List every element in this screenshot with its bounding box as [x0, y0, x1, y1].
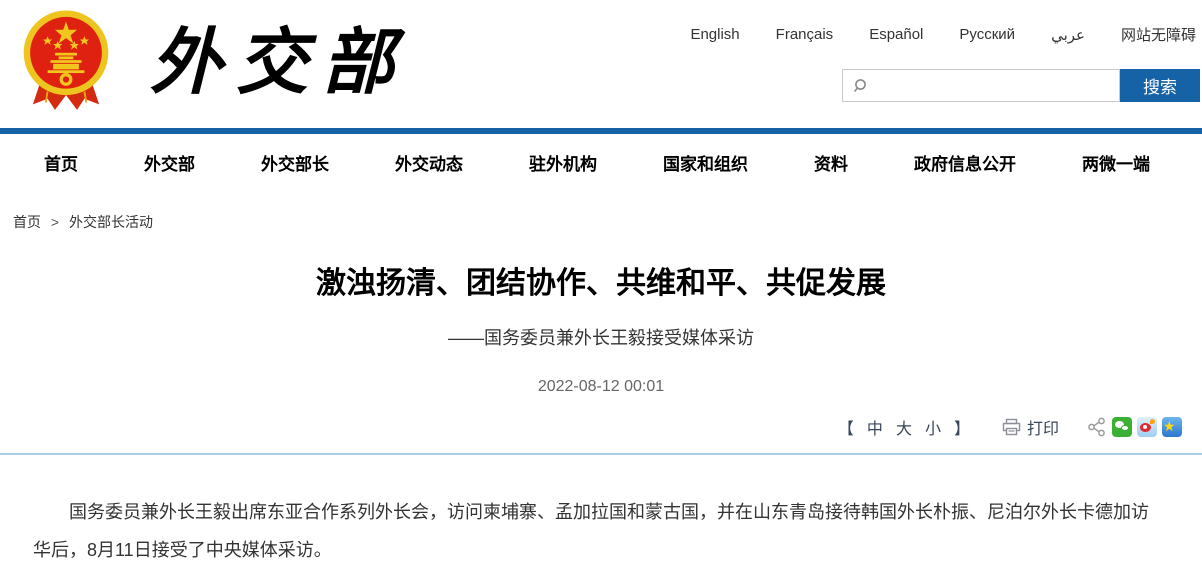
font-size-medium-button[interactable]: 中 — [867, 415, 883, 439]
lang-link-russian[interactable]: Русский — [959, 26, 1015, 43]
weibo-icon[interactable] — [1137, 417, 1157, 437]
lang-link-arabic[interactable]: عربي — [1051, 26, 1085, 44]
lang-link-francais[interactable]: Français — [776, 26, 834, 43]
print-button[interactable]: 打印 — [1002, 415, 1059, 439]
article-date: 2022-08-12 00:01 — [537, 378, 665, 395]
font-size-small-button[interactable]: 小 — [925, 415, 941, 439]
lang-link-english[interactable]: English — [690, 26, 739, 43]
header-right: English Français Español Русский عربي 网站… — [680, 24, 1200, 102]
language-links: English Français Español Русский عربي 网站… — [680, 24, 1200, 45]
accessibility-link[interactable]: 网站无障碍 — [1121, 24, 1196, 45]
article-toolbar: 【 中 大 小 】 打印 ★ — [0, 414, 1202, 440]
nav-item-ministry[interactable]: 外交部 — [144, 150, 195, 175]
search-row: 搜索 — [680, 69, 1200, 102]
bracket-close: 】 — [953, 421, 970, 438]
search-button[interactable]: 搜索 — [1120, 69, 1200, 102]
nav-item-weibo-wechat[interactable]: 两微一端 — [1082, 150, 1150, 175]
search-icon — [853, 78, 866, 92]
font-size-large-button[interactable]: 大 — [896, 415, 912, 439]
national-emblem-logo — [23, 10, 109, 110]
breadcrumb-home[interactable]: 首页 — [13, 214, 41, 230]
nav-item-diplomatic-news[interactable]: 外交动态 — [395, 150, 463, 175]
wechat-icon[interactable] — [1112, 417, 1132, 437]
nav-item-countries-orgs[interactable]: 国家和组织 — [663, 150, 748, 175]
bracket-open: 【 — [837, 421, 854, 438]
breadcrumb-current[interactable]: 外交部长活动 — [69, 214, 153, 230]
article-body: 国务委员兼外长王毅出席东亚合作系列外长会，访问柬埔寨、孟加拉国和蒙古国，并在山东… — [0, 455, 1202, 569]
weibo-flame — [1150, 419, 1155, 424]
printer-icon — [1002, 418, 1021, 436]
nav-item-gov-info[interactable]: 政府信息公开 — [914, 150, 1016, 175]
font-size-controls: 【 中 大 小 】 — [838, 415, 970, 439]
nav-item-resources[interactable]: 资料 — [814, 150, 848, 175]
weibo-pupil — [1143, 425, 1147, 429]
nav-item-home[interactable]: 首页 — [44, 150, 78, 175]
site-title-calligraphy: 外交部 — [150, 19, 409, 104]
article-subtitle: ——国务委员兼外长王毅接受媒体采访 — [448, 328, 754, 348]
wechat-bubble-small — [1121, 425, 1129, 431]
article-paragraph: 国务委员兼外长王毅出席东亚合作系列外长会，访问柬埔寨、孟加拉国和蒙古国，并在山东… — [33, 502, 1149, 560]
article-title: 激浊扬清、团结协作、共维和平、共促发展 — [316, 267, 886, 300]
qzone-star: ★ — [1163, 418, 1176, 434]
breadcrumb: 首页 > 外交部长活动 — [13, 212, 1202, 232]
search-box — [842, 69, 1120, 102]
nav-item-missions-abroad[interactable]: 驻外机构 — [529, 150, 597, 175]
search-input[interactable] — [868, 70, 1119, 101]
lang-link-espanol[interactable]: Español — [869, 26, 923, 43]
share-icons: ★ — [1087, 417, 1182, 437]
article-head: 激浊扬清、团结协作、共维和平、共促发展 ——国务委员兼外长王毅接受媒体采访 20… — [0, 262, 1202, 396]
share-icon[interactable] — [1087, 417, 1107, 437]
nav-item-foreign-minister[interactable]: 外交部长 — [261, 150, 329, 175]
logo-group[interactable]: 外交部 — [20, 6, 408, 118]
breadcrumb-separator: > — [50, 214, 60, 230]
print-label: 打印 — [1026, 421, 1059, 438]
main-nav: 首页 外交部 外交部长 外交动态 驻外机构 国家和组织 资料 政府信息公开 两微… — [0, 134, 1202, 190]
site-header: 外交部 English Français Español Русский عرب… — [0, 0, 1202, 128]
qzone-icon[interactable]: ★ — [1162, 417, 1182, 437]
